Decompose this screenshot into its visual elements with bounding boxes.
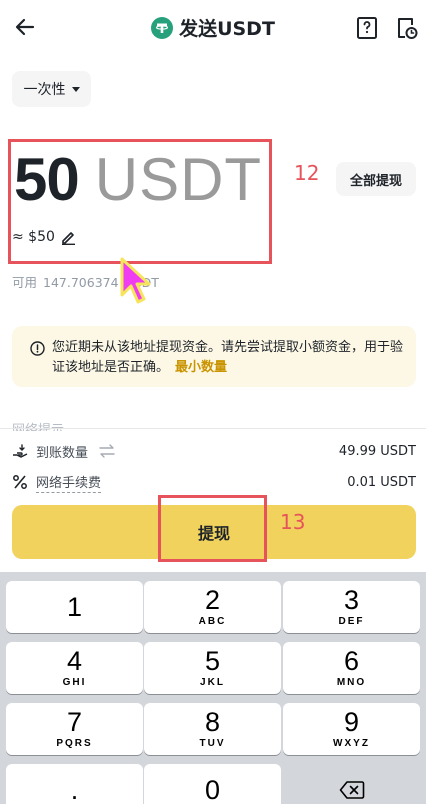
network-fee-value: 0.01 USDT	[347, 474, 416, 490]
key-7[interactable]: 7 PQRS	[6, 703, 143, 755]
top-bar: 发送USDT	[0, 0, 426, 56]
mode-select-label: 一次性	[23, 82, 66, 98]
key-digit: 8	[204, 707, 221, 737]
notice-text: 您近期未从该地址提现资金。请先尝试提取小额资金，用于验证该地址是否正确。 最小数量	[52, 338, 404, 378]
caret-down-icon	[71, 86, 80, 92]
notice-body: 您近期未从该地址提现资金。请先尝试提取小额资金，用于验证该地址是否正确。	[52, 340, 404, 375]
key-5[interactable]: 5 JKL	[144, 642, 281, 694]
annotation-box-withdraw	[158, 495, 267, 562]
key-letters: DEF	[338, 616, 365, 627]
receive-hand-icon	[13, 444, 28, 458]
info-icon	[30, 341, 45, 356]
network-fee-label[interactable]: 网络手续费	[36, 472, 102, 493]
annotation-label-amount: 12	[294, 161, 320, 185]
key-letters: WXYZ	[333, 738, 370, 749]
verification-notice: 您近期未从该地址提现资金。请先尝试提取小额资金，用于验证该地址是否正确。 最小数量	[12, 326, 416, 387]
key-letters: GHI	[62, 677, 87, 688]
mouse-pointer-icon	[120, 257, 151, 304]
key-decimal[interactable]: .	[6, 764, 143, 804]
key-digit: 1	[66, 591, 83, 622]
receive-value: 49.99 USDT	[338, 443, 416, 459]
key-digit: .	[70, 774, 79, 804]
key-letters: TUV	[199, 738, 226, 749]
available-value: 147.706374	[43, 275, 119, 290]
key-1[interactable]: 1	[6, 581, 143, 633]
divider	[0, 428, 426, 429]
key-9[interactable]: 9 WXYZ	[283, 703, 420, 755]
withdraw-all-button[interactable]: 全部提现	[336, 162, 416, 196]
annotation-label-withdraw: 13	[280, 510, 306, 534]
annotation-box-amount	[8, 139, 272, 264]
key-6[interactable]: 6 MNO	[283, 642, 420, 694]
key-digit: 0	[204, 774, 221, 804]
swap-icon[interactable]	[98, 444, 116, 458]
key-3[interactable]: 3 DEF	[283, 581, 420, 633]
title-text: 发送USDT	[179, 18, 275, 40]
key-digit: 7	[66, 707, 83, 737]
key-digit: 4	[66, 646, 83, 676]
key-digit: 5	[204, 646, 221, 676]
key-4[interactable]: 4 GHI	[6, 642, 143, 694]
network-fee-row: 网络手续费 0.01 USDT	[12, 471, 416, 493]
key-2[interactable]: 2 ABC	[144, 581, 281, 633]
percent-icon	[13, 475, 27, 489]
available-label: 可用	[12, 275, 38, 290]
withdraw-mode-select[interactable]: 一次性	[12, 71, 91, 107]
key-backspace[interactable]	[283, 764, 420, 804]
key-letters: PQRS	[56, 738, 93, 749]
numeric-keypad: 1 2 ABC 3 DEF 4 GHI 5 JKL 6 MNO 7 PQRS 8 TUV 9W…	[0, 572, 426, 804]
key-digit: 6	[343, 646, 360, 676]
receive-label: 到账数量	[36, 445, 89, 461]
history-icon[interactable]	[396, 16, 418, 40]
usdt-coin-icon	[151, 16, 174, 39]
key-8[interactable]: 8 TUV	[144, 703, 281, 755]
key-digit: 2	[204, 585, 221, 615]
backspace-icon	[339, 781, 364, 799]
key-letters: MNO	[336, 677, 367, 688]
key-0[interactable]: 0	[144, 764, 281, 804]
key-digit: 9	[343, 707, 360, 737]
partially-hidden-text: 网络提示	[12, 423, 65, 431]
help-book-icon[interactable]	[356, 16, 378, 40]
receive-amount-row: 到账数量 49.99 USDT	[12, 440, 416, 462]
minimum-amount-link[interactable]: 最小数量	[175, 360, 227, 375]
key-digit: 3	[343, 585, 360, 615]
key-letters: ABC	[198, 616, 227, 627]
key-letters: JKL	[200, 677, 225, 688]
